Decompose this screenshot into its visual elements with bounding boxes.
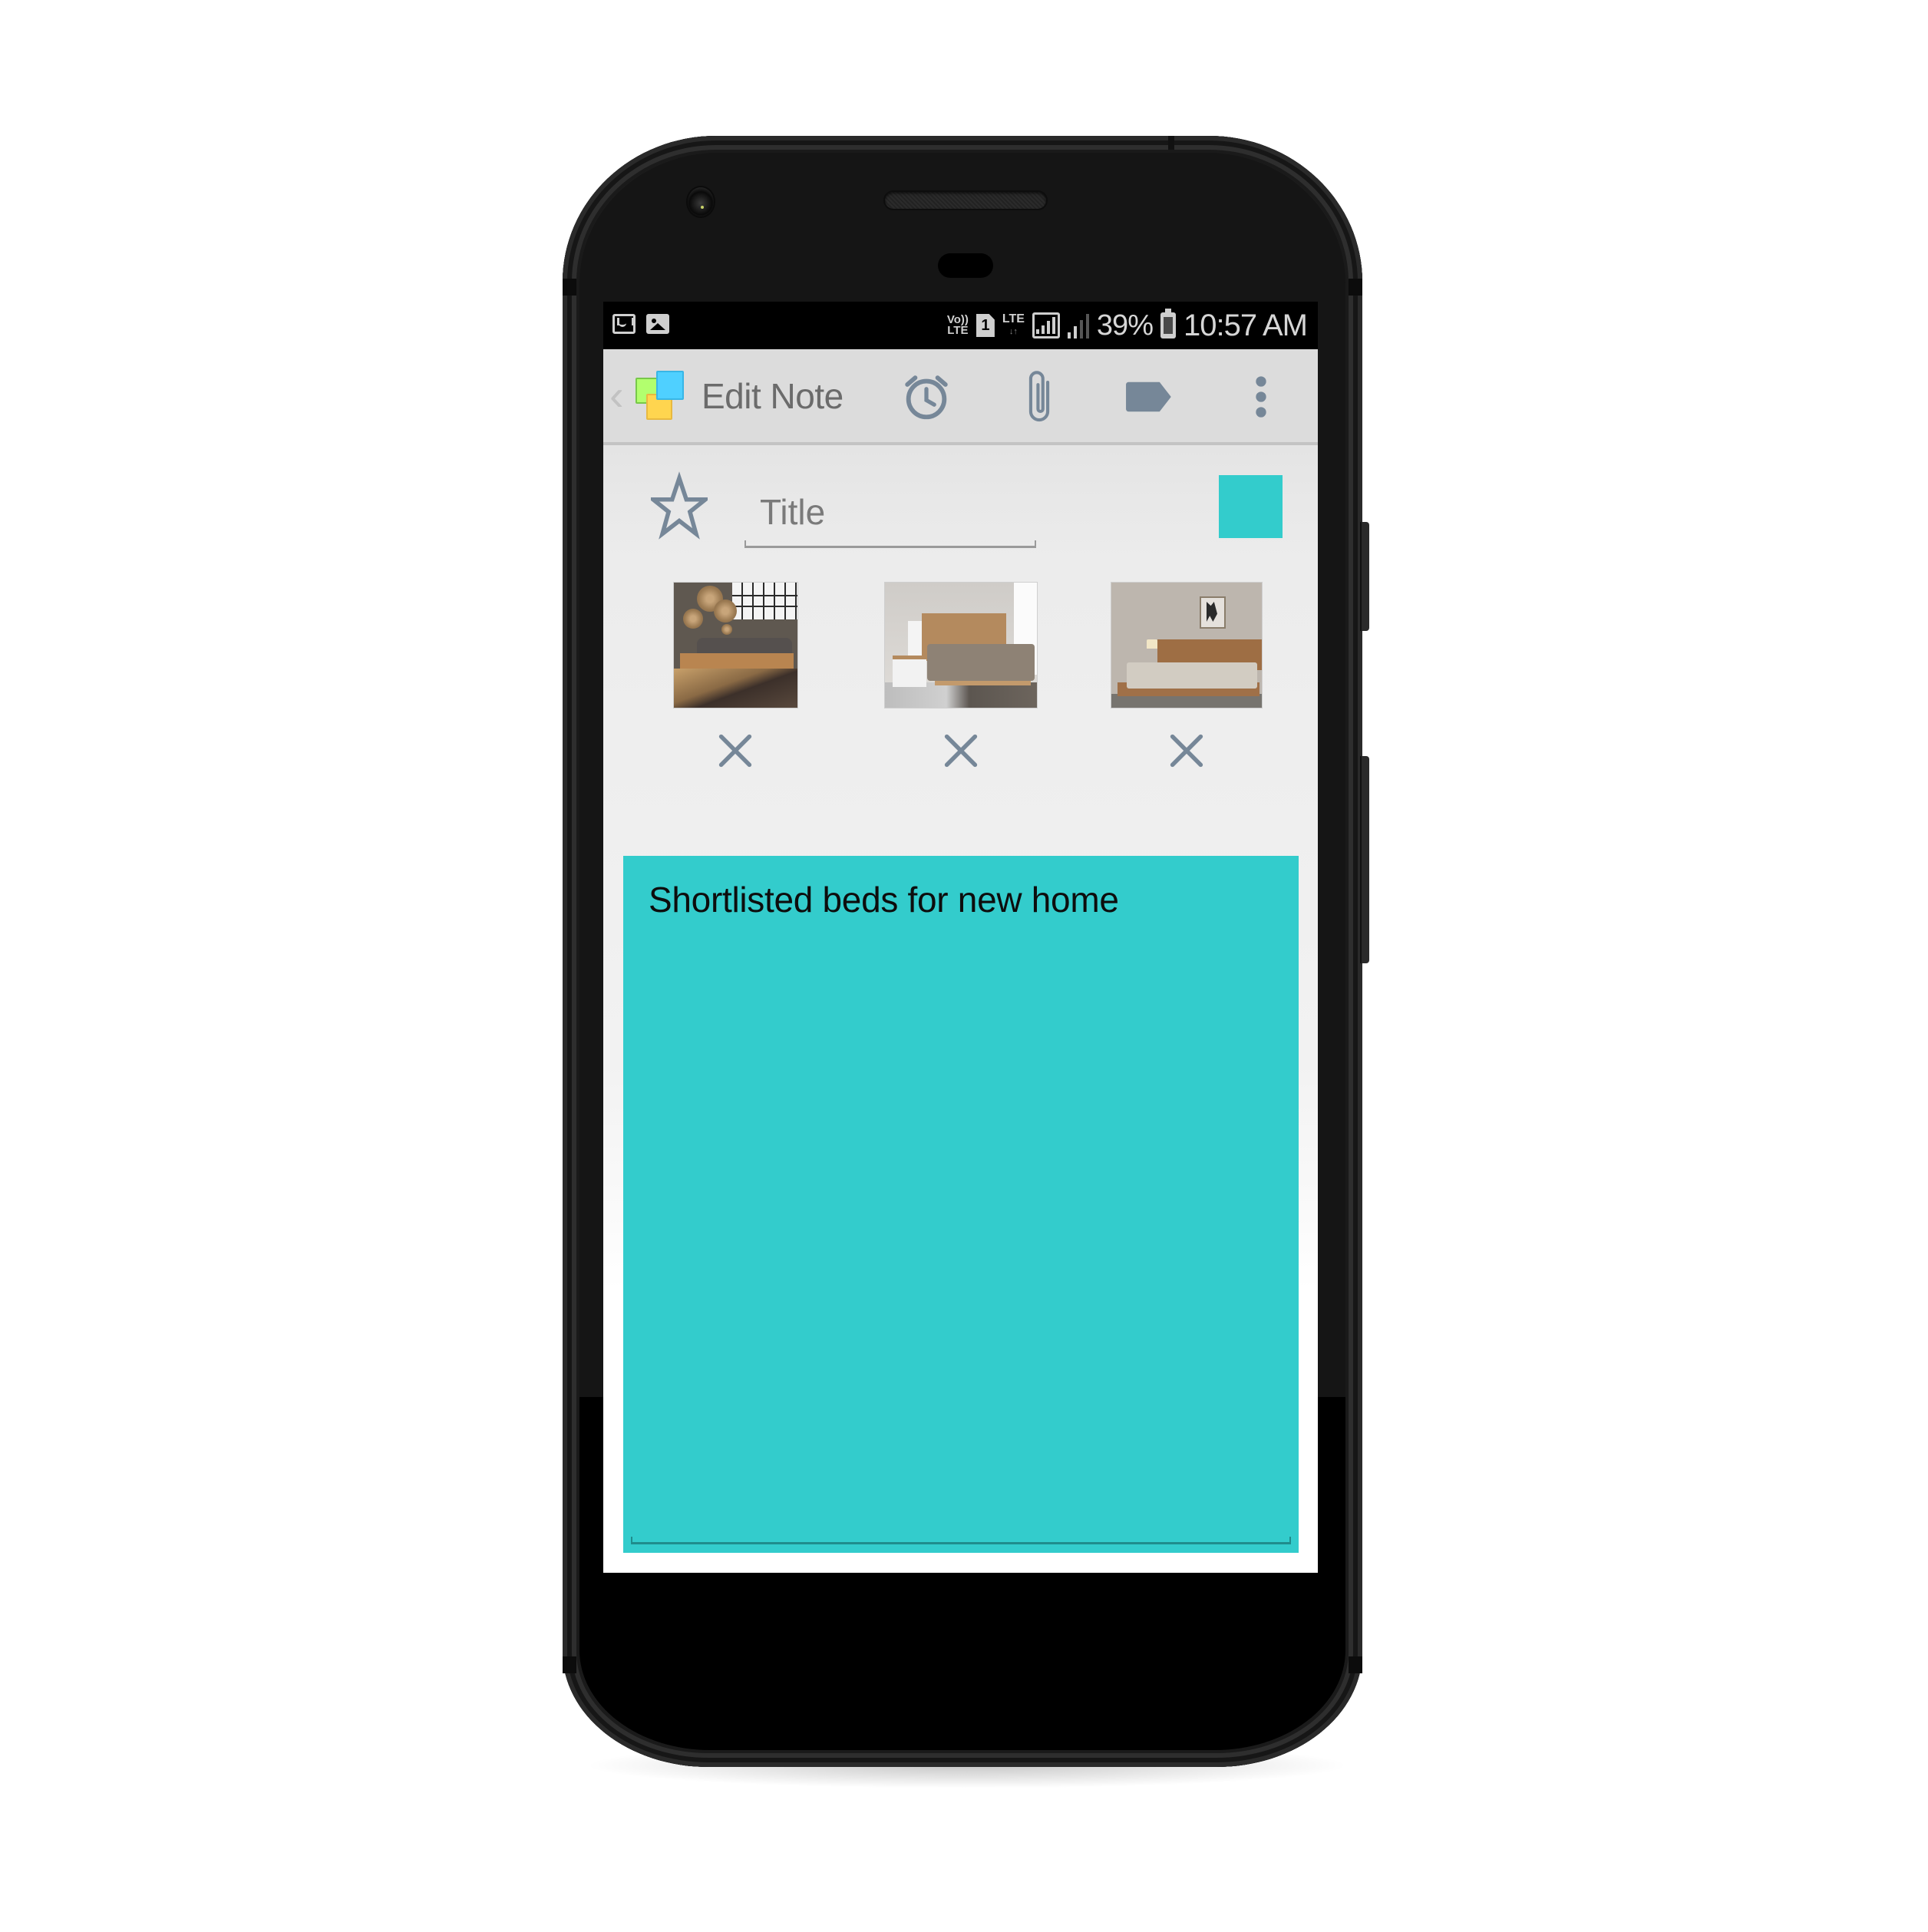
system-icons: Vo)) LTE 1 LTE ↓↑ 39% 10:57 AM bbox=[946, 306, 1308, 345]
antenna-band bbox=[1168, 136, 1174, 150]
paperclip-icon bbox=[1028, 371, 1050, 422]
power-button bbox=[1360, 522, 1369, 631]
star-outline-icon bbox=[647, 471, 711, 540]
earpiece-speaker bbox=[885, 192, 1046, 209]
close-icon bbox=[718, 734, 752, 768]
notification-icons bbox=[612, 314, 669, 334]
battery-icon bbox=[1160, 309, 1176, 339]
remove-attachment-2-button[interactable] bbox=[939, 729, 982, 772]
remove-attachment-3-button[interactable] bbox=[1165, 729, 1208, 772]
reminder-button[interactable] bbox=[896, 366, 957, 428]
toolbar-title: Edit Note bbox=[702, 376, 844, 416]
front-camera bbox=[688, 187, 714, 216]
app-toolbar: ‹ Edit Note bbox=[603, 349, 1318, 445]
proximity-sensor bbox=[938, 253, 993, 278]
attach-button[interactable] bbox=[1009, 366, 1070, 428]
antenna-band bbox=[1349, 1656, 1362, 1673]
gmail-icon bbox=[612, 314, 636, 334]
favorite-toggle[interactable] bbox=[647, 471, 711, 542]
tag-icon bbox=[1126, 381, 1171, 412]
sim-slot: 1 bbox=[981, 316, 990, 334]
label-button[interactable] bbox=[1119, 366, 1180, 428]
attachment-thumbnail-1[interactable] bbox=[673, 582, 798, 708]
note-body-underline bbox=[631, 1537, 1291, 1544]
signal-icon-sim2 bbox=[1067, 312, 1089, 339]
gallery-icon bbox=[646, 314, 669, 334]
status-bar: Vo)) LTE 1 LTE ↓↑ 39% 10:57 AM bbox=[603, 302, 1318, 349]
attachment-thumbnail-2[interactable] bbox=[884, 582, 1038, 708]
note-body-text: Shortlisted beds for new home bbox=[649, 880, 1119, 920]
bed-image-2 bbox=[885, 583, 1037, 708]
remove-attachment-1-button[interactable] bbox=[714, 729, 757, 772]
antenna-band bbox=[1349, 279, 1362, 296]
logo-square-blue bbox=[656, 371, 684, 400]
close-icon bbox=[1170, 734, 1203, 768]
lte-data-icon: LTE ↓↑ bbox=[1002, 312, 1025, 337]
signal-icon bbox=[1032, 312, 1060, 339]
antenna-band bbox=[563, 279, 576, 296]
screen: Vo)) LTE 1 LTE ↓↑ 39% 10:57 AM ‹ Edit Note bbox=[603, 302, 1318, 1573]
alarm-clock-icon bbox=[905, 375, 948, 420]
bed-image-3 bbox=[1111, 583, 1262, 708]
network-label: LTE bbox=[1002, 312, 1025, 325]
title-underline bbox=[744, 540, 1036, 548]
more-vertical-icon bbox=[1256, 376, 1266, 418]
antenna-band bbox=[563, 1656, 576, 1673]
note-body-input[interactable]: Shortlisted beds for new home bbox=[623, 856, 1299, 1553]
back-button[interactable]: ‹ bbox=[609, 372, 624, 418]
more-options-button[interactable] bbox=[1230, 366, 1292, 428]
volte-icon: Vo)) LTE bbox=[946, 313, 969, 337]
attachment-thumbnail-3[interactable] bbox=[1111, 582, 1263, 708]
title-input[interactable] bbox=[744, 482, 1036, 542]
note-editor: Shortlisted beds for new home bbox=[603, 445, 1318, 1573]
volume-button bbox=[1360, 756, 1369, 963]
clock: 10:57 AM bbox=[1183, 308, 1308, 342]
note-color-picker[interactable] bbox=[1219, 475, 1283, 538]
sim-icon: 1 bbox=[976, 314, 995, 337]
battery-percent: 39% bbox=[1096, 309, 1154, 342]
bed-image-1 bbox=[674, 583, 797, 708]
app-logo[interactable] bbox=[634, 371, 685, 421]
close-icon bbox=[944, 734, 978, 768]
